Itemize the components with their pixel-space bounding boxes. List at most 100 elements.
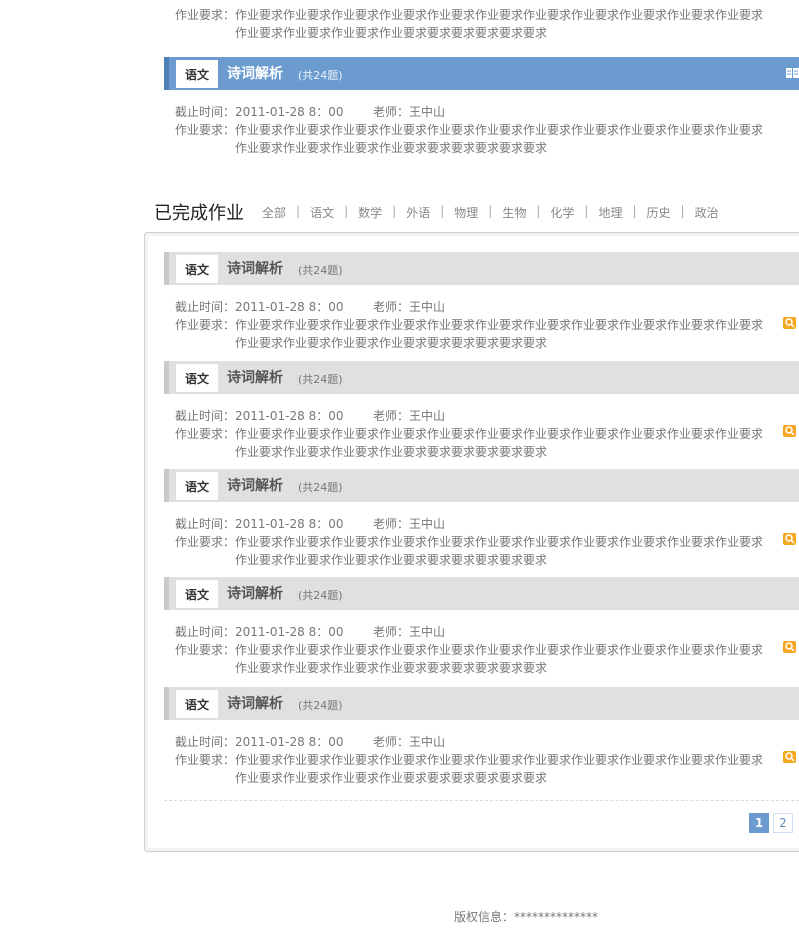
homework-body: 截止时间：2011-01-28 8：00 老师：王中山 作业要求： 作业要求作业… (175, 733, 785, 787)
teacher: 老师：王中山 (373, 517, 446, 531)
deadline: 截止时间：2011-01-28 8：00 (175, 300, 344, 314)
book-icon[interactable] (786, 68, 799, 78)
deadline: 截止时间：2011-01-28 8：00 (175, 735, 344, 749)
meta-row: 截止时间：2011-01-28 8：00 老师：王中山 (175, 298, 785, 316)
requirement-label: 作业要求： (175, 753, 236, 767)
homework-title[interactable]: 诗词解析 (227, 693, 283, 713)
magnifier-icon[interactable] (783, 641, 796, 653)
deadline: 截止时间：2011-01-28 8：00 (175, 625, 344, 639)
subject-tag: 语文 (176, 60, 218, 88)
magnifier-icon[interactable] (783, 533, 796, 545)
question-count: (共24题) (298, 481, 343, 494)
homework-title[interactable]: 诗词解析 (227, 63, 283, 83)
homework-body: 截止时间：2011-01-28 8：00 老师：王中山 作业要求： 作业要求作业… (175, 515, 785, 569)
requirement-row: 作业要求： 作业要求作业要求作业要求作业要求作业要求作业要求作业要求作业要求作业… (175, 316, 785, 352)
filter-separator: | (440, 204, 445, 218)
pending-homework-header[interactable]: 语文 诗词解析 (共24题) (164, 57, 799, 90)
requirement-text: 作业要求作业要求作业要求作业要求作业要求作业要求作业要求作业要求作业要求作业要求… (235, 123, 764, 155)
meta-row: 截止时间：2011-01-28 8：00 老师：王中山 (175, 103, 785, 121)
magnifier-icon[interactable] (783, 751, 796, 763)
deadline: 截止时间：2011-01-28 8：00 (175, 517, 344, 531)
filter-separator: | (344, 204, 349, 218)
teacher: 老师：王中山 (373, 300, 446, 314)
filter-separator: | (584, 204, 589, 218)
homework-header[interactable]: 语文 诗词解析 (共24题) (164, 252, 799, 285)
page-button-2[interactable]: 2 (773, 813, 793, 833)
homework-title[interactable]: 诗词解析 (227, 583, 283, 603)
requirement-label: 作业要求： (175, 535, 236, 549)
homework-header[interactable]: 语文 诗词解析 (共24题) (164, 361, 799, 394)
filter-physics[interactable]: 物理 (454, 204, 478, 221)
homework-body: 截止时间：2011-01-28 8：00 老师：王中山 作业要求： 作业要求作业… (175, 407, 785, 461)
requirement-text: 作业要求作业要求作业要求作业要求作业要求作业要求作业要求作业要求作业要求作业要求… (235, 535, 764, 567)
requirement-label: 作业要求： (175, 123, 236, 137)
requirement-text: 作业要求作业要求作业要求作业要求作业要求作业要求作业要求作业要求作业要求作业要求… (235, 753, 764, 785)
homework-header[interactable]: 语文 诗词解析 (共24题) (164, 687, 799, 720)
filter-separator: | (632, 204, 637, 218)
teacher: 老师：王中山 (373, 735, 446, 749)
filter-chinese[interactable]: 语文 (310, 204, 334, 221)
meta-row: 截止时间：2011-01-28 8：00 老师：王中山 (175, 407, 785, 425)
question-count: (共24题) (298, 699, 343, 712)
homework-body: 截止时间：2011-01-28 8：00 老师：王中山 作业要求： 作业要求作业… (175, 298, 785, 352)
requirement-row: 作业要求： 作业要求作业要求作业要求作业要求作业要求作业要求作业要求作业要求作业… (175, 6, 795, 42)
requirement-text: 作业要求作业要求作业要求作业要求作业要求作业要求作业要求作业要求作业要求作业要求… (235, 427, 764, 459)
question-count: (共24题) (298, 373, 343, 386)
filter-separator: | (680, 204, 685, 218)
meta-row: 截止时间：2011-01-28 8：00 老师：王中山 (175, 515, 785, 533)
teacher: 老师：王中山 (373, 625, 446, 639)
homework-title[interactable]: 诗词解析 (227, 367, 283, 387)
requirement-text: 作业要求作业要求作业要求作业要求作业要求作业要求作业要求作业要求作业要求作业要求… (235, 318, 764, 350)
deadline: 截止时间：2011-01-28 8：00 (175, 105, 344, 119)
pending-homework-body: 截止时间：2011-01-28 8：00 老师：王中山 作业要求： 作业要求作业… (175, 103, 785, 157)
requirement-row: 作业要求： 作业要求作业要求作业要求作业要求作业要求作业要求作业要求作业要求作业… (175, 533, 785, 569)
subject-tag: 语文 (176, 364, 218, 392)
pagination: 1 2 (749, 813, 793, 833)
filter-math[interactable]: 数学 (358, 204, 382, 221)
filter-separator: | (296, 204, 301, 218)
filter-separator: | (392, 204, 397, 218)
question-count: (共24题) (298, 589, 343, 602)
homework-title[interactable]: 诗词解析 (227, 475, 283, 495)
page-button-1[interactable]: 1 (749, 813, 769, 833)
subject-tag: 语文 (176, 255, 218, 283)
filter-history[interactable]: 历史 (647, 204, 671, 221)
filter-separator: | (536, 204, 541, 218)
homework-header[interactable]: 语文 诗词解析 (共24题) (164, 469, 799, 502)
filter-all[interactable]: 全部 (262, 204, 286, 221)
deadline: 截止时间：2011-01-28 8：00 (175, 409, 344, 423)
meta-row: 截止时间：2011-01-28 8：00 老师：王中山 (175, 623, 785, 641)
requirement-row: 作业要求： 作业要求作业要求作业要求作业要求作业要求作业要求作业要求作业要求作业… (175, 425, 785, 461)
requirement-label: 作业要求： (175, 427, 236, 441)
requirement-text: 作业要求作业要求作业要求作业要求作业要求作业要求作业要求作业要求作业要求作业要求… (235, 8, 764, 40)
requirement-label: 作业要求： (175, 8, 236, 22)
subject-tag: 语文 (176, 690, 218, 718)
homework-header[interactable]: 语文 诗词解析 (共24题) (164, 577, 799, 610)
subject-filter-bar: 全部 | 语文 | 数学 | 外语 | 物理 | 生物 | 化学 | 地理 | 历史 | 政治 (262, 204, 719, 221)
list-divider (164, 800, 799, 801)
subject-tag: 语文 (176, 472, 218, 500)
filter-biology[interactable]: 生物 (502, 204, 526, 221)
filter-politics[interactable]: 政治 (695, 204, 719, 221)
question-count: (共24题) (298, 69, 343, 82)
requirement-row: 作业要求： 作业要求作业要求作业要求作业要求作业要求作业要求作业要求作业要求作业… (175, 751, 785, 787)
subject-tag: 语文 (176, 580, 218, 608)
homework-title[interactable]: 诗词解析 (227, 258, 283, 278)
meta-row: 截止时间：2011-01-28 8：00 老师：王中山 (175, 733, 785, 751)
filter-separator: | (488, 204, 493, 218)
filter-geography[interactable]: 地理 (598, 204, 622, 221)
teacher: 老师：王中山 (373, 409, 446, 423)
magnifier-icon[interactable] (783, 317, 796, 329)
homework-body: 截止时间：2011-01-28 8：00 老师：王中山 作业要求： 作业要求作业… (175, 623, 785, 677)
magnifier-icon[interactable] (783, 425, 796, 437)
requirement-label: 作业要求： (175, 643, 236, 657)
footer-copyright: 版权信息：************** (454, 910, 599, 924)
filter-foreign-language[interactable]: 外语 (406, 204, 430, 221)
section-title: 已完成作业 (154, 203, 244, 224)
teacher: 老师：王中山 (373, 105, 446, 119)
requirement-text: 作业要求作业要求作业要求作业要求作业要求作业要求作业要求作业要求作业要求作业要求… (235, 643, 764, 675)
filter-chemistry[interactable]: 化学 (550, 204, 574, 221)
pending-partial-item: 作业要求： 作业要求作业要求作业要求作业要求作业要求作业要求作业要求作业要求作业… (175, 0, 795, 42)
requirement-row: 作业要求： 作业要求作业要求作业要求作业要求作业要求作业要求作业要求作业要求作业… (175, 641, 785, 677)
requirement-row: 作业要求： 作业要求作业要求作业要求作业要求作业要求作业要求作业要求作业要求作业… (175, 121, 785, 157)
